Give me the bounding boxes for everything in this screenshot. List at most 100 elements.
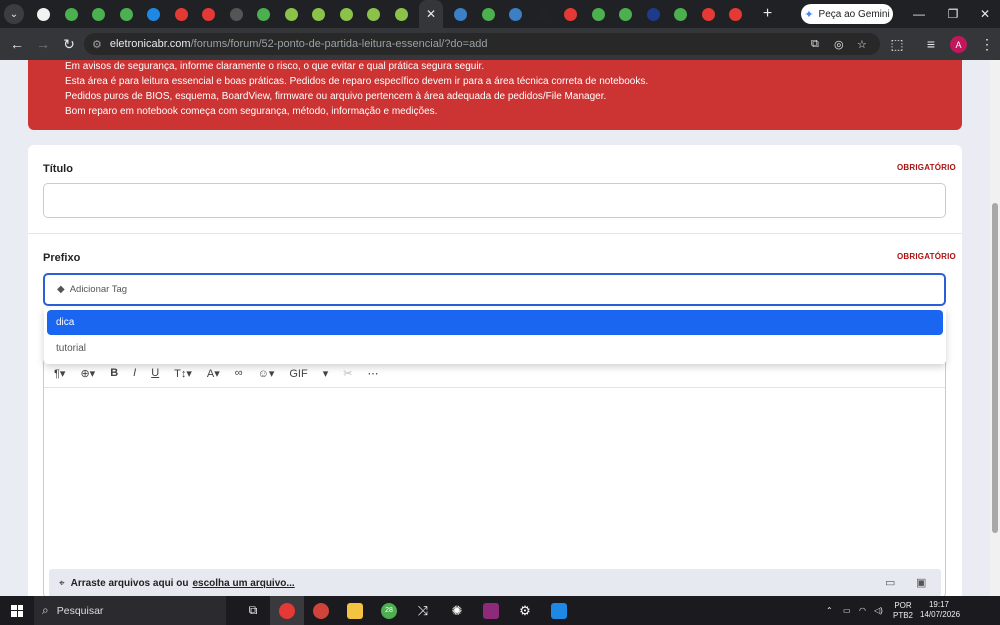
remote-desktop-icon[interactable] bbox=[542, 596, 576, 625]
taskbar-search[interactable]: ⌕ Pesquisar bbox=[34, 596, 226, 625]
browser-tab[interactable] bbox=[502, 0, 530, 28]
tag-placeholder: Adicionar Tag bbox=[69, 284, 128, 295]
browser-tab[interactable] bbox=[475, 0, 503, 28]
taskbar-clock[interactable]: 19:17 14/07/2026 bbox=[920, 600, 960, 620]
tab-favicon-icon bbox=[619, 7, 633, 21]
winrar-icon[interactable] bbox=[474, 596, 508, 625]
italic-icon[interactable]: I bbox=[133, 367, 136, 379]
browser-tab[interactable] bbox=[58, 0, 86, 28]
task-view-icon[interactable]: ⧉ bbox=[236, 596, 270, 625]
bookmark-star-icon[interactable]: ☆ bbox=[857, 33, 867, 55]
chatgpt-icon[interactable]: ✺ bbox=[440, 596, 474, 625]
back-icon[interactable]: ← bbox=[4, 31, 30, 57]
prefix-label: Prefixo bbox=[43, 252, 81, 264]
browser-tab[interactable] bbox=[360, 0, 388, 28]
restore-icon[interactable]: ❐ bbox=[936, 0, 970, 28]
settings-icon[interactable]: ⚙ bbox=[508, 596, 542, 625]
prefix-required-badge: OBRIGATÓRIO bbox=[897, 252, 956, 261]
chrome-icon[interactable] bbox=[270, 596, 304, 625]
tray-chevron-icon[interactable]: ⌃ bbox=[826, 596, 833, 625]
attachment-dropzone[interactable]: ⌖ Arraste arquivos aqui ou escolha um ar… bbox=[49, 569, 941, 596]
content-editor[interactable]: ¶▾ ⊕▾ B I U T↕▾ A▾ ∞ ☺▾ GIF ▾ ✂ ⋯ bbox=[43, 358, 946, 596]
browser-tab[interactable] bbox=[305, 0, 333, 28]
volume-icon[interactable]: ◁) bbox=[874, 596, 883, 625]
browser-tab[interactable] bbox=[278, 0, 306, 28]
minimize-icon[interactable]: — bbox=[902, 0, 936, 28]
address-bar[interactable]: ⚙ eletronicabr.com/forums/forum/52-ponto… bbox=[84, 33, 880, 55]
browser-tab[interactable] bbox=[195, 0, 223, 28]
image-icon[interactable]: ▣ bbox=[916, 576, 926, 589]
notice-line: Pedidos puros de BIOS, esquema, BoardVie… bbox=[65, 91, 607, 102]
tab-favicon-icon bbox=[394, 7, 408, 21]
browser-tab[interactable] bbox=[695, 0, 723, 28]
browser-tab[interactable] bbox=[722, 0, 750, 28]
browser-tab[interactable] bbox=[333, 0, 361, 28]
insert-icon[interactable]: ⊕▾ bbox=[80, 367, 95, 380]
underline-icon[interactable]: U bbox=[151, 367, 159, 379]
media-controls-icon[interactable]: ≡ bbox=[918, 31, 944, 57]
extensions-icon[interactable]: ⬚ bbox=[884, 31, 910, 57]
tab-favicon-icon bbox=[339, 7, 353, 21]
prefix-option-tutorial[interactable]: tutorial bbox=[47, 336, 943, 361]
notice-line: Em avisos de segurança, informe claramen… bbox=[65, 61, 485, 72]
prefix-tag-input[interactable]: ◆ Adicionar Tag bbox=[43, 273, 946, 306]
tracking-protection-icon[interactable]: ◎ bbox=[834, 33, 844, 55]
browser-tab[interactable] bbox=[667, 0, 695, 28]
site-info-icon[interactable]: ⚙ bbox=[92, 38, 102, 51]
tab-favicon-icon bbox=[257, 7, 271, 21]
browser-tab[interactable] bbox=[30, 0, 58, 28]
tab-search-icon[interactable]: ⌄ bbox=[4, 4, 24, 24]
search-label: Pesquisar bbox=[56, 604, 104, 617]
tab-favicon-icon bbox=[509, 7, 523, 21]
reload-icon[interactable]: ↻ bbox=[56, 31, 82, 57]
bold-icon[interactable]: B bbox=[110, 367, 118, 379]
wifi-icon[interactable]: ◠ bbox=[859, 596, 866, 625]
browser-tab[interactable] bbox=[640, 0, 668, 28]
browser-tab[interactable] bbox=[585, 0, 613, 28]
title-input[interactable] bbox=[43, 183, 946, 218]
clear-format-icon[interactable]: ✂ bbox=[343, 367, 352, 380]
install-app-icon[interactable]: ⧉ bbox=[811, 33, 819, 55]
browser-tab[interactable] bbox=[250, 0, 278, 28]
emoji-icon[interactable]: ☺▾ bbox=[258, 367, 275, 380]
forward-icon[interactable]: → bbox=[30, 31, 56, 57]
browser-tab[interactable] bbox=[557, 0, 585, 28]
menu-icon[interactable]: ⋮ bbox=[974, 31, 1000, 57]
text-color-icon[interactable]: A▾ bbox=[207, 367, 220, 380]
shuffle-app-icon[interactable]: ⤨ bbox=[406, 596, 440, 625]
more-icon[interactable]: ⋯ bbox=[367, 367, 378, 380]
edge-icon[interactable] bbox=[304, 596, 338, 625]
search-icon: ⌕ bbox=[42, 603, 49, 617]
new-tab-button[interactable]: + bbox=[758, 5, 778, 23]
divider bbox=[28, 233, 962, 234]
gemini-button[interactable]: ✦ Peça ao Gemini bbox=[801, 4, 893, 24]
start-button[interactable] bbox=[0, 596, 34, 625]
text-size-icon[interactable]: T↕▾ bbox=[174, 367, 192, 380]
tab-favicon-icon bbox=[119, 7, 133, 21]
choose-file-link[interactable]: escolha um arquivo... bbox=[192, 578, 294, 589]
browser-tab[interactable] bbox=[140, 0, 168, 28]
browser-tab[interactable] bbox=[113, 0, 141, 28]
browser-tab[interactable] bbox=[612, 0, 640, 28]
browser-tab[interactable] bbox=[85, 0, 113, 28]
browser-tab[interactable] bbox=[168, 0, 196, 28]
chrome-profile-icon[interactable]: 28 bbox=[372, 596, 406, 625]
gif-button[interactable]: GIF ▾ bbox=[289, 367, 328, 380]
network-icon[interactable]: ▭ bbox=[843, 596, 851, 625]
title-label: Título bbox=[43, 163, 73, 175]
browser-tab[interactable] bbox=[530, 0, 558, 28]
scrollbar-thumb[interactable] bbox=[992, 203, 998, 533]
active-tab-close-icon[interactable]: ✕ bbox=[419, 0, 443, 28]
file-explorer-icon[interactable] bbox=[338, 596, 372, 625]
tab-favicon-icon bbox=[64, 7, 78, 21]
browser-tab[interactable] bbox=[223, 0, 251, 28]
folder-icon[interactable]: ▭ bbox=[885, 576, 895, 589]
profile-avatar[interactable]: A bbox=[950, 36, 967, 53]
browser-tab[interactable] bbox=[447, 0, 475, 28]
language-indicator[interactable]: POR PTB2 bbox=[893, 596, 913, 625]
link-icon[interactable]: ∞ bbox=[235, 367, 243, 379]
paragraph-icon[interactable]: ¶▾ bbox=[54, 367, 65, 380]
close-window-icon[interactable]: ✕ bbox=[968, 0, 1000, 28]
prefix-option-dica[interactable]: dica bbox=[47, 310, 943, 335]
browser-tab[interactable] bbox=[388, 0, 416, 28]
